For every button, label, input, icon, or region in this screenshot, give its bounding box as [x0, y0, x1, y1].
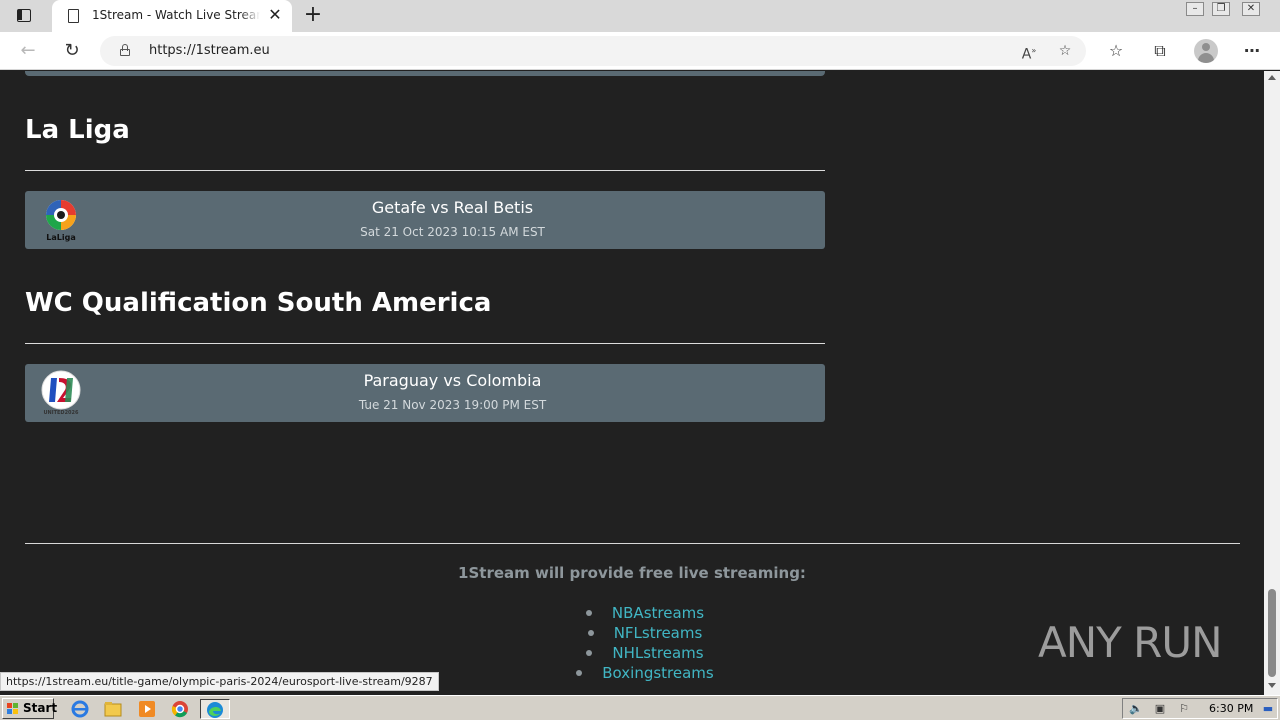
- link-boxingstreams[interactable]: Boxingstreams: [602, 664, 713, 682]
- internet-explorer-icon[interactable]: [70, 699, 90, 719]
- match-card-paraguay-colombia[interactable]: UNITED2026 Paraguay vs Colombia Tue 21 N…: [25, 364, 825, 422]
- footer-heading: 1Stream will provide free live streaming…: [458, 564, 806, 582]
- section-title-la-liga: La Liga: [25, 115, 130, 145]
- new-tab-button[interactable]: +: [302, 4, 324, 26]
- windows-taskbar: Start 🔈 ▣ ⚐ 6:30 PM ▬: [0, 695, 1280, 720]
- close-window-button[interactable]: ✕: [1242, 2, 1260, 16]
- edge-taskbar-button[interactable]: [200, 699, 230, 719]
- status-url-preview: https://1stream.eu/title-game/olympic-pa…: [0, 672, 439, 691]
- bullet-icon: [576, 669, 583, 676]
- active-tab[interactable]: 1Stream - Watch Live Streams online ✕: [52, 0, 292, 32]
- scroll-down-arrow-icon[interactable]: [1268, 683, 1276, 688]
- tab-bar: 1Stream - Watch Live Streams online ✕ + …: [0, 0, 1280, 32]
- section-divider: [25, 343, 825, 344]
- network-icon[interactable]: ▣: [1153, 702, 1167, 716]
- minimize-button[interactable]: –: [1186, 2, 1204, 16]
- close-tab-icon[interactable]: ✕: [266, 6, 284, 24]
- clock: 6:30 PM: [1209, 702, 1254, 715]
- bullet-icon: [586, 649, 593, 656]
- page-viewport: La Liga LaLiga Getafe vs Real Betis Sat …: [0, 71, 1264, 695]
- footer-divider: [25, 543, 1240, 544]
- restore-button[interactable]: ❐: [1212, 2, 1230, 16]
- link-nbastreams[interactable]: NBAstreams: [612, 604, 704, 622]
- profile-avatar[interactable]: [1194, 39, 1218, 63]
- chrome-icon[interactable]: [170, 699, 190, 719]
- start-button[interactable]: Start: [2, 698, 58, 719]
- file-explorer-icon[interactable]: [103, 699, 123, 719]
- page-icon: [68, 9, 79, 23]
- match-card-getafe-real-betis[interactable]: LaLiga Getafe vs Real Betis Sat 21 Oct 2…: [25, 191, 825, 249]
- refresh-icon[interactable]: ↻: [60, 39, 84, 63]
- link-nflstreams[interactable]: NFLstreams: [614, 624, 703, 642]
- add-favorite-icon[interactable]: ☆: [1055, 41, 1075, 61]
- read-aloud-icon[interactable]: A»: [1019, 41, 1039, 63]
- match-date: Tue 21 Nov 2023 19:00 PM EST: [358, 398, 547, 412]
- system-tray: 🔈 ▣ ⚐ 6:30 PM ▬: [1122, 698, 1278, 719]
- tab-actions-icon[interactable]: [10, 7, 38, 25]
- watermark-text: ANY RUN: [1038, 617, 1222, 667]
- media-player-icon[interactable]: [137, 699, 157, 719]
- browser-toolbar: ← ↻ https://1stream.eu A» ☆ ☆ ⧉ ⋯: [0, 32, 1280, 70]
- action-center-flag-icon[interactable]: ⚐: [1177, 702, 1191, 716]
- match-date: Sat 21 Oct 2023 10:15 AM EST: [360, 225, 545, 239]
- address-bar[interactable]: https://1stream.eu A» ☆: [100, 36, 1086, 66]
- anyrun-watermark: ANY RUN: [1038, 609, 1222, 675]
- scroll-up-arrow-icon[interactable]: [1268, 75, 1276, 80]
- lock-icon[interactable]: [120, 44, 130, 56]
- more-menu-icon[interactable]: ⋯: [1240, 39, 1264, 63]
- url-text[interactable]: https://1stream.eu: [149, 43, 270, 58]
- volume-icon[interactable]: 🔈: [1129, 702, 1143, 716]
- match-teams[interactable]: Paraguay vs Colombia: [25, 371, 880, 390]
- page-scrollbar[interactable]: [1264, 71, 1280, 695]
- bullet-icon: [585, 609, 592, 616]
- link-nhlstreams[interactable]: NHLstreams: [612, 644, 703, 662]
- show-desktop-icon[interactable]: ▬: [1261, 702, 1275, 716]
- scrollbar-thumb[interactable]: [1268, 589, 1276, 677]
- section-title-wc-qualification: WC Qualification South America: [25, 288, 492, 318]
- section-divider: [25, 170, 825, 171]
- bullet-icon: [587, 629, 594, 636]
- windows-flag-icon: [7, 703, 19, 714]
- start-label: Start: [23, 701, 58, 715]
- collections-icon[interactable]: ⧉: [1148, 39, 1172, 63]
- previous-match-card[interactable]: [25, 71, 825, 76]
- match-teams[interactable]: Getafe vs Real Betis: [25, 198, 880, 217]
- back-arrow-icon[interactable]: ←: [16, 39, 40, 63]
- favorites-icon[interactable]: ☆: [1104, 39, 1128, 63]
- tab-title: 1Stream - Watch Live Streams online: [92, 8, 260, 22]
